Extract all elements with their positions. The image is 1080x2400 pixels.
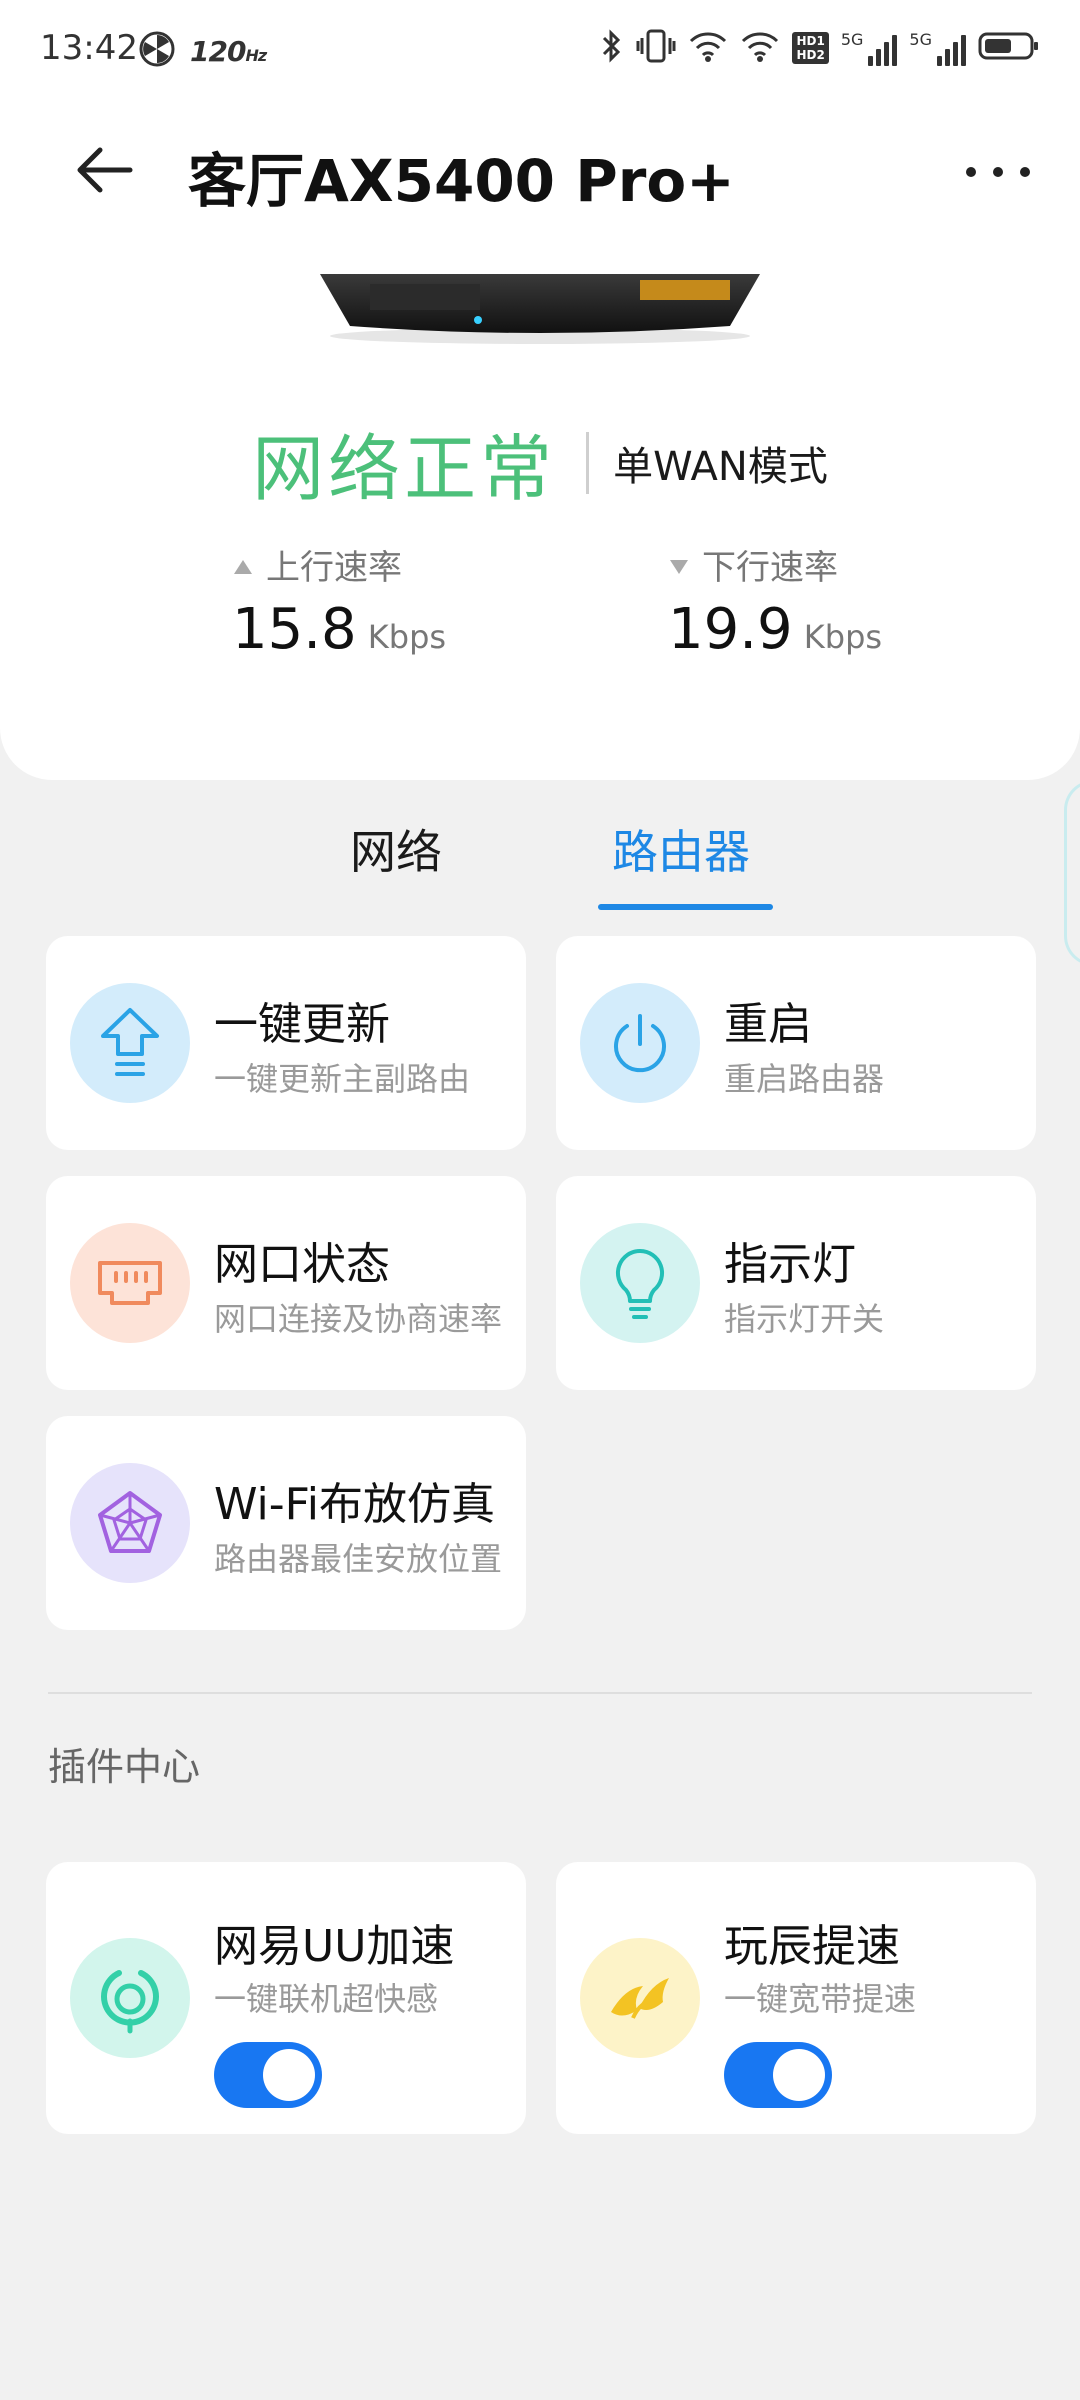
upgrade-arrow-icon [70, 983, 190, 1103]
download-value: 19.9 [668, 597, 793, 662]
status-bar: 13:42 120Hz HD1 HD2 5G 5G [0, 0, 1080, 100]
triangle-up-icon [232, 545, 254, 585]
tab-indicator [598, 904, 773, 910]
pinwheel-icon [138, 30, 176, 72]
vibrate-icon [636, 28, 676, 68]
upload-value: 15.8 [232, 597, 357, 662]
bluetooth-icon [600, 28, 624, 68]
uu-booster-icon [70, 1938, 190, 2058]
signal-icon: 5G [909, 30, 966, 66]
wanchen-logo-icon [580, 1938, 700, 2058]
arrow-left-icon [77, 147, 133, 193]
tab-router[interactable]: 路由器 [612, 816, 750, 882]
refresh-rate: 120Hz [190, 34, 267, 68]
wan-mode: 单WAN模式 [613, 443, 828, 490]
triangle-down-icon [668, 545, 690, 585]
card-indicator-light[interactable]: 指示灯 指示灯开关 [556, 1176, 1036, 1390]
battery-icon [978, 29, 1040, 67]
radar-icon [70, 1463, 190, 1583]
download-label: 下行速率 [702, 548, 838, 588]
wifi-icon [688, 29, 728, 67]
card-wifi-simulation[interactable]: Wi-Fi布放仿真 路由器最佳安放位置 [46, 1416, 526, 1630]
card-subtitle: 路由器最佳安放位置 [214, 1540, 503, 1578]
card-title: 网易UU加速 [214, 1921, 455, 1972]
card-subtitle: 一键更新主副路由 [214, 1060, 471, 1098]
wanchen-speedup-toggle[interactable] [724, 2042, 832, 2108]
card-title: 网口状态 [214, 1239, 390, 1290]
more-button[interactable] [966, 148, 1030, 196]
page-title: 客厅AX5400 Pro+ [188, 147, 735, 215]
signal-icon: 5G [841, 30, 898, 66]
card-port-status[interactable]: 网口状态 网口连接及协商速率 [46, 1176, 526, 1390]
network-status-row: 网络正常 单WAN模式 [0, 410, 1080, 515]
tab-network[interactable]: 网络 [350, 816, 442, 882]
upload-rate: 上行速率 15.8 Kbps [232, 540, 446, 662]
router-image [310, 270, 770, 346]
card-title: 重启 [724, 999, 812, 1050]
divider [586, 431, 590, 494]
plugin-center-title: 插件中心 [48, 1745, 201, 1789]
section-divider [48, 1692, 1032, 1694]
card-title: 玩辰提速 [724, 1921, 900, 1972]
wifi-icon [740, 29, 780, 67]
card-title: 一键更新 [214, 999, 390, 1050]
network-status: 网络正常 [252, 427, 557, 511]
lightbulb-icon [580, 1223, 700, 1343]
more-dots-icon [966, 167, 976, 177]
uu-booster-toggle[interactable] [214, 2042, 322, 2108]
card-subtitle: 一键联机超快感 [214, 1980, 439, 2018]
card-title: 指示灯 [724, 1239, 856, 1290]
back-button[interactable] [72, 142, 136, 198]
card-subtitle: 指示灯开关 [724, 1300, 885, 1338]
download-rate: 下行速率 19.9 Kbps [668, 540, 882, 662]
card-title: Wi-Fi布放仿真 [214, 1479, 495, 1530]
status-time: 13:42 [40, 28, 138, 68]
hd-badge-icon: HD1 HD2 [792, 32, 829, 64]
card-reboot[interactable]: 重启 重启路由器 [556, 936, 1036, 1150]
download-unit: Kbps [803, 618, 883, 656]
ethernet-port-icon [70, 1223, 190, 1343]
plugin-wanchen-speedup[interactable]: 玩辰提速 一键宽带提速 [556, 1862, 1036, 2134]
power-icon [580, 983, 700, 1103]
upload-unit: Kbps [367, 618, 447, 656]
plugin-uu-booster[interactable]: 网易UU加速 一键联机超快感 [46, 1862, 526, 2134]
card-subtitle: 网口连接及协商速率 [214, 1300, 503, 1338]
upload-label: 上行速率 [266, 548, 402, 588]
card-subtitle: 一键宽带提速 [724, 1980, 917, 2018]
card-subtitle: 重启路由器 [724, 1060, 885, 1098]
card-one-key-update[interactable]: 一键更新 一键更新主副路由 [46, 936, 526, 1150]
header: 客厅AX5400 Pro+ [0, 100, 1080, 240]
tab-bar: 网络 路由器 [0, 810, 1080, 910]
